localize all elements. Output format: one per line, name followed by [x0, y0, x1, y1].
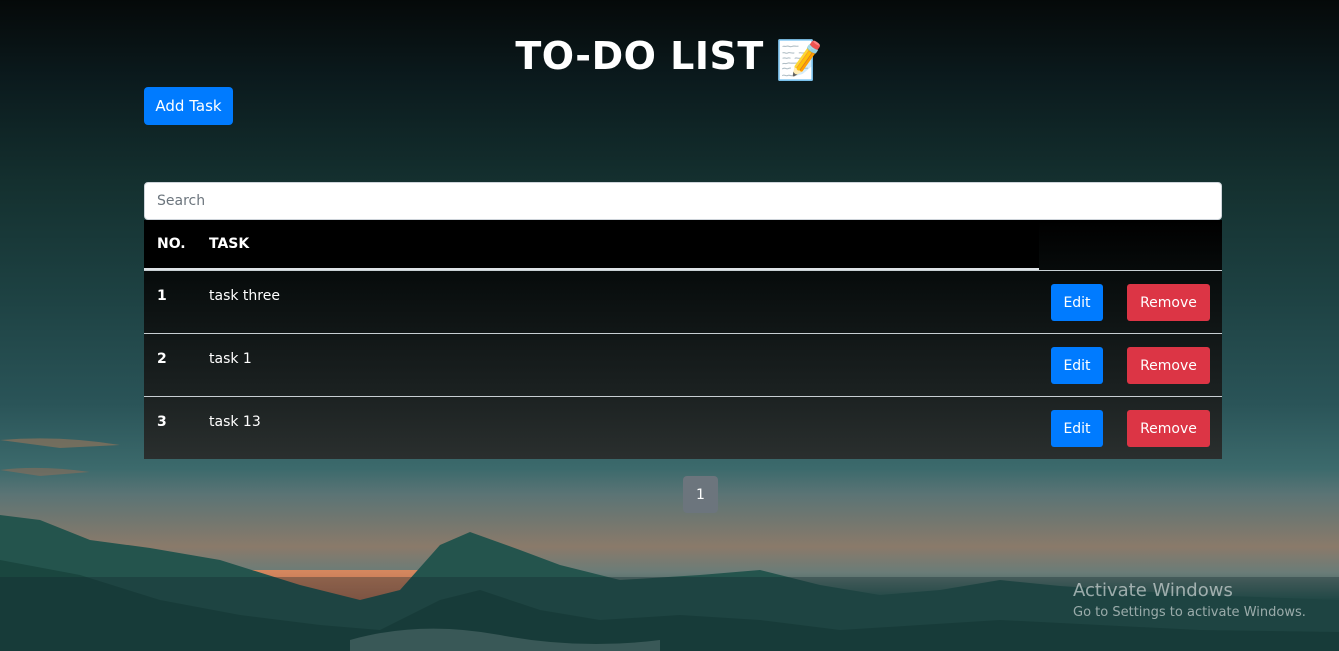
edit-button[interactable]: Edit — [1051, 347, 1103, 384]
edit-button[interactable]: Edit — [1051, 284, 1103, 321]
table-header: NO. TASK — [144, 220, 1222, 270]
memo-icon: 📝 — [775, 38, 824, 82]
table-header-background — [144, 220, 1039, 270]
table-row: 2 task 1 Edit Remove — [144, 333, 1222, 396]
activate-windows-watermark: Activate Windows Go to Settings to activ… — [1073, 580, 1306, 620]
table-row: 3 task 13 Edit Remove — [144, 396, 1222, 459]
task-name: task 13 — [209, 414, 261, 430]
watermark-subtitle: Go to Settings to activate Windows. — [1073, 605, 1306, 620]
table-row: 1 task three Edit Remove — [144, 270, 1222, 333]
page-title-text: TO-DO LIST — [515, 34, 764, 78]
task-number: 2 — [157, 351, 167, 367]
task-table: NO. TASK 1 task three Edit Remove 2 task… — [144, 220, 1222, 459]
task-name: task three — [209, 288, 280, 304]
task-name: task 1 — [209, 351, 252, 367]
watermark-title: Activate Windows — [1073, 580, 1233, 601]
edit-button[interactable]: Edit — [1051, 410, 1103, 447]
task-number: 3 — [157, 414, 167, 430]
remove-button[interactable]: Remove — [1127, 284, 1210, 321]
pagination-page-1[interactable]: 1 — [683, 476, 718, 513]
remove-button[interactable]: Remove — [1127, 410, 1210, 447]
page-title: TO-DO LIST 📝 — [0, 34, 1339, 83]
column-header-no: NO. — [157, 236, 186, 252]
add-task-button[interactable]: Add Task — [144, 87, 233, 125]
column-header-task: TASK — [209, 236, 250, 252]
search-input[interactable] — [144, 182, 1222, 220]
task-number: 1 — [157, 288, 167, 304]
remove-button[interactable]: Remove — [1127, 347, 1210, 384]
